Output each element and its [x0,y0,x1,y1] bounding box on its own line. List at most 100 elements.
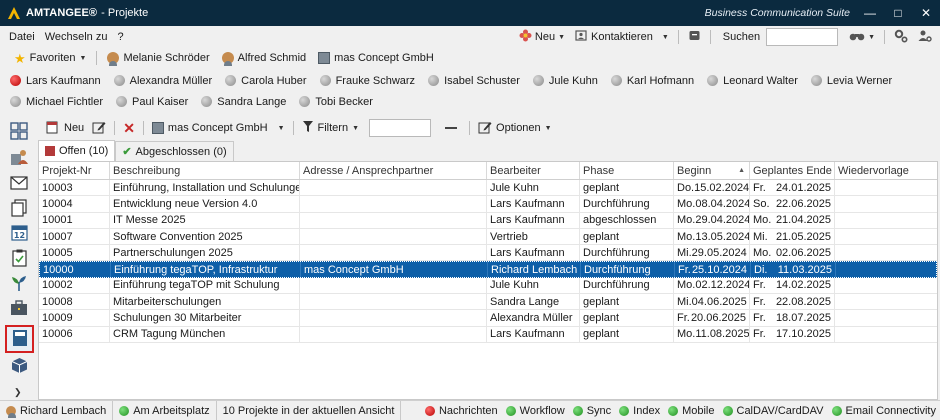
tab-open-label: Offen (10) [59,145,109,157]
contact-button[interactable]: Kontaktieren ▼ [570,29,674,45]
cell-editor: Sandra Lange [487,294,580,310]
cell-address: mas Concept GmbH [301,262,488,277]
clear-filter-button[interactable] [445,127,458,129]
column-header-description[interactable]: Beschreibung [110,162,300,179]
service-status-item[interactable]: Email Connectivity [828,405,940,417]
tab-closed[interactable]: ✔ Abgeschlossen (0) [115,141,234,161]
user-presence-item[interactable]: Sandra Lange [201,91,299,112]
favorite-item[interactable]: Melanie Schröder [101,52,215,66]
user-settings-button[interactable] [913,29,940,46]
table-row[interactable]: 10000 Einführung tegaTOP, Infrastruktur ma… [39,261,937,278]
chevron-down-icon: ▼ [544,124,552,132]
cell-end-date: 22.06.2025 [775,197,831,210]
company-dropdown[interactable]: mas Concept GmbH ▼ [148,122,289,134]
service-status-label: Index [633,404,661,417]
status-presence[interactable]: Am Arbeitsplatz [113,400,217,420]
project-tabs: Offen (10) ✔ Abgeschlossen (0) [38,140,234,161]
contact-label: Kontaktieren [591,31,653,43]
column-header-start[interactable]: Beginn ▲ [674,162,750,179]
favorite-item[interactable]: mas Concept GmbH [312,52,440,64]
column-header-editor[interactable]: Bearbeiter [487,162,580,179]
table-row[interactable]: 10003 Einführung, Installation und Schulu… [39,180,937,197]
binoculars-button[interactable]: ▼ [844,30,880,45]
user-presence-item[interactable]: Lars Kaufmann [10,70,114,91]
tab-open[interactable]: Offen (10) [38,140,116,161]
sidebar-calendar[interactable]: 12 [6,222,32,246]
cell-project-nr: 10006 [39,326,110,342]
user-presence-item[interactable]: Tobi Becker [299,91,385,112]
sidebar-modules[interactable] [6,355,32,379]
user-presence-item[interactable]: Levia Werner [810,70,905,91]
service-status-item[interactable]: Mobile [664,405,718,417]
status-bar: Richard Lembach Am Arbeitsplatz 10 Proje… [0,400,940,420]
user-presence-item[interactable]: Alexandra Müller [113,70,226,91]
service-status-item[interactable]: Workflow [502,405,569,417]
sidebar-documents[interactable] [6,197,32,221]
menu-help[interactable]: ? [112,31,128,43]
sidebar-mail[interactable] [6,172,32,196]
column-header-nr[interactable]: Projekt-Nr [39,162,110,179]
building-icon [151,122,164,134]
sidebar-cases[interactable] [6,297,32,321]
filter-input[interactable] [369,119,432,137]
sidebar-opportunities[interactable] [6,272,32,296]
minimize-icon[interactable]: — [856,0,884,26]
presence-dot-icon [119,405,130,416]
user-presence-item[interactable]: Frauke Schwarz [319,70,428,91]
user-presence-item[interactable]: Leonard Walter [707,70,811,91]
table-row[interactable]: 10002 Einführung tegaTOP mit Schulung Jule… [39,277,937,295]
favorite-item[interactable]: Alfred Schmid [216,52,312,66]
separator [96,51,98,65]
status-user[interactable]: Richard Lembach [0,400,114,420]
close-icon[interactable]: ✕ [912,0,940,26]
archive-button[interactable] [683,29,706,45]
table-row[interactable]: 10004 Entwicklung neue Version 4.0 Lars Ka… [39,196,937,213]
table-body: 10003 Einführung, Installation und Schulu… [39,180,937,343]
filter-button[interactable]: Filtern ▼ [298,120,364,136]
presence-dot-icon [116,96,128,107]
table-row[interactable]: 10008 Mitarbeiterschulungen Sandra Lange ge… [39,294,937,311]
user-presence-item[interactable]: Paul Kaiser [116,91,201,112]
column-header-followup[interactable]: Wiedervorlage [835,162,937,179]
menu-wechseln-zu[interactable]: Wechseln zu [40,31,113,43]
table-row[interactable]: 10007 Software Convention 2025 Vertrieb gep… [39,228,937,246]
cell-phase: Durchführung [580,277,674,294]
service-status-item[interactable]: CalDAV/CardDAV [719,405,828,417]
sidebar-dashboard[interactable] [6,120,32,144]
edit-button[interactable] [88,120,110,137]
menu-datei[interactable]: Datei [4,31,40,43]
service-status-item[interactable]: Sync [569,405,615,417]
user-presence-item[interactable]: Jule Kuhn [532,70,611,91]
sidebar-projects[interactable] [5,325,34,353]
new-menu-button[interactable]: Neu ▼ [514,29,570,45]
cell-end: Mo. 21.04.2025 [750,212,835,228]
user-presence-item[interactable]: Isabel Schuster [428,70,533,91]
table-row[interactable]: 10001 IT Messe 2025 Lars Kaufmann abgeschlo… [39,212,937,229]
table-row[interactable]: 10009 Schulungen 30 Mitarbeiter Alexandra … [39,310,937,327]
settings-button[interactable] [889,29,913,46]
maximize-icon[interactable]: □ [884,0,912,26]
table-row[interactable]: 10005 Partnerschulungen 2025 Lars Kaufmann… [39,245,937,262]
table-row[interactable]: 10006 CRM Tagung München Lars Kaufmann gepl… [39,326,937,343]
cell-editor: Lars Kaufmann [487,196,580,212]
delete-button[interactable]: ✕ [119,120,139,137]
column-header-end[interactable]: Geplantes Ende [750,162,835,179]
new-document-icon [46,120,60,137]
search-input[interactable] [766,28,839,46]
options-button[interactable]: Optionen ▼ [474,120,556,137]
sidebar-tasks[interactable] [6,247,32,271]
chevron-down-icon: ▼ [558,33,566,41]
new-project-button[interactable]: Neu [42,120,88,137]
column-header-address[interactable]: Adresse / Ansprechpartner [300,162,487,179]
chevron-right-icon[interactable]: ❯ [14,387,22,398]
user-presence-item[interactable]: Michael Fichtler [10,91,116,112]
user-presence-item[interactable]: Carola Huber [225,70,319,91]
service-status-item[interactable]: Nachrichten [421,405,502,417]
user-presence-item[interactable]: Karl Hofmann [610,70,707,91]
sidebar-contacts[interactable] [6,146,32,170]
column-header-phase[interactable]: Phase [580,162,674,179]
cell-editor: Alexandra Müller [487,310,580,326]
favorites-dropdown[interactable]: ★ Favoriten ▼ [8,52,92,65]
service-status-item[interactable]: Index [615,405,664,417]
presence-dot-icon [707,75,719,86]
